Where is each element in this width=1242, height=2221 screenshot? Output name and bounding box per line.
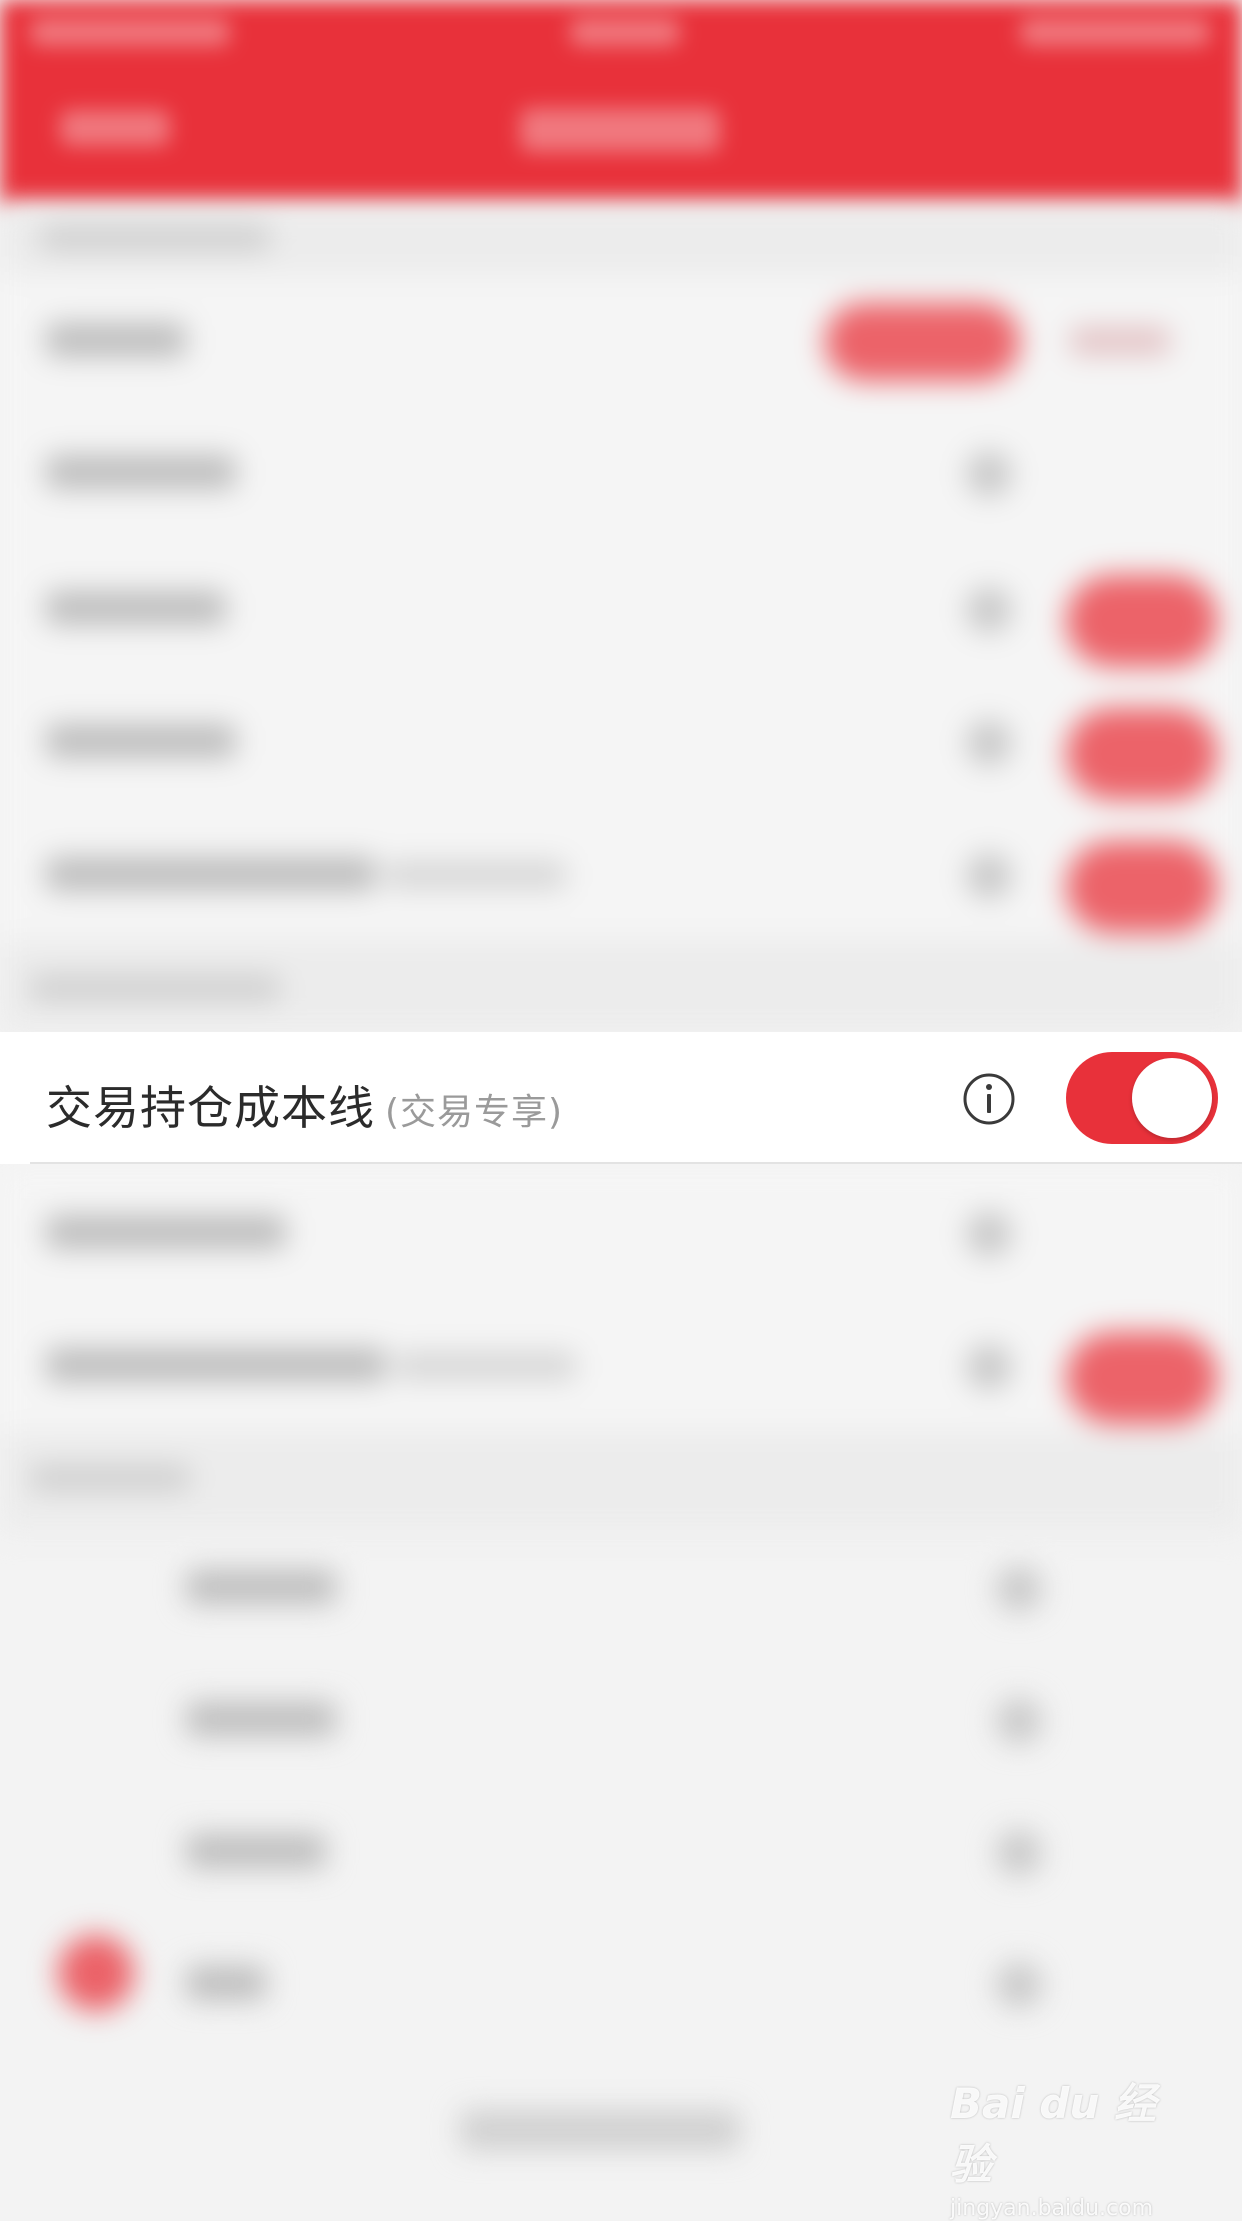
blurred-icon [966, 1344, 1012, 1390]
blurred-icon [966, 720, 1012, 766]
blurred-text [186, 1834, 326, 1868]
blurred-text [30, 1465, 190, 1491]
trade-cost-line-toggle[interactable] [1066, 1052, 1218, 1144]
blurred-toggle [1066, 1332, 1218, 1424]
blurred-settings-list [0, 205, 1242, 2208]
blurred-text [46, 857, 376, 891]
blurred-status-bar-center [570, 18, 680, 46]
blurred-status-bar-right [1020, 18, 1210, 46]
watermark-logo: Bai du 经验 [950, 2079, 1156, 2189]
blurred-text [186, 1966, 266, 2000]
blurred-icon [996, 1962, 1042, 2008]
blurred-icon [996, 1698, 1042, 1744]
blurred-icon [966, 1211, 1012, 1257]
blurred-page-title [520, 108, 720, 152]
watermark-url: jingyan.baidu.com [950, 2196, 1154, 2221]
blurred-text [396, 1352, 576, 1380]
blurred-toggle [1066, 708, 1218, 800]
blurred-text [186, 1570, 336, 1604]
blurred-text [46, 455, 236, 489]
blurred-icon [966, 853, 1012, 899]
blurred-icon [966, 451, 1012, 497]
setting-title: 交易持仓成本线 [46, 1081, 375, 1135]
blurred-row [0, 275, 1242, 410]
blurred-button [825, 303, 1020, 381]
blurred-text [46, 1215, 286, 1249]
blurred-text [46, 724, 236, 758]
info-icon[interactable] [962, 1072, 1016, 1126]
blurred-text [40, 225, 270, 251]
blurred-header [0, 0, 1242, 205]
row-divider [30, 1162, 1242, 1164]
blurred-text [1070, 327, 1170, 355]
blurred-toggle [1066, 575, 1218, 667]
blurred-status-bar-left [30, 18, 230, 46]
blurred-text [46, 591, 226, 625]
blurred-radio [58, 1935, 134, 2011]
blurred-icon [966, 587, 1012, 633]
toggle-knob [1132, 1058, 1212, 1138]
blurred-footer [460, 2110, 740, 2150]
blurred-icon [996, 1830, 1042, 1876]
watermark: Bai du 经验 jingyan.baidu.com [950, 2070, 1190, 2221]
blurred-toggle [1066, 841, 1218, 933]
blurred-text [46, 323, 186, 357]
blurred-text [30, 975, 280, 1001]
blurred-back-button [60, 110, 170, 146]
blurred-icon [996, 1566, 1042, 1612]
blurred-text [186, 1702, 336, 1736]
blurred-text [386, 861, 566, 889]
blurred-text [46, 1348, 386, 1382]
setting-row-trade-position-cost-line: 交易持仓成本线 (交易专享) [0, 1032, 1242, 1164]
setting-subtitle: (交易专享) [385, 1092, 564, 1133]
setting-label: 交易持仓成本线 (交易专享) [46, 1072, 563, 1138]
